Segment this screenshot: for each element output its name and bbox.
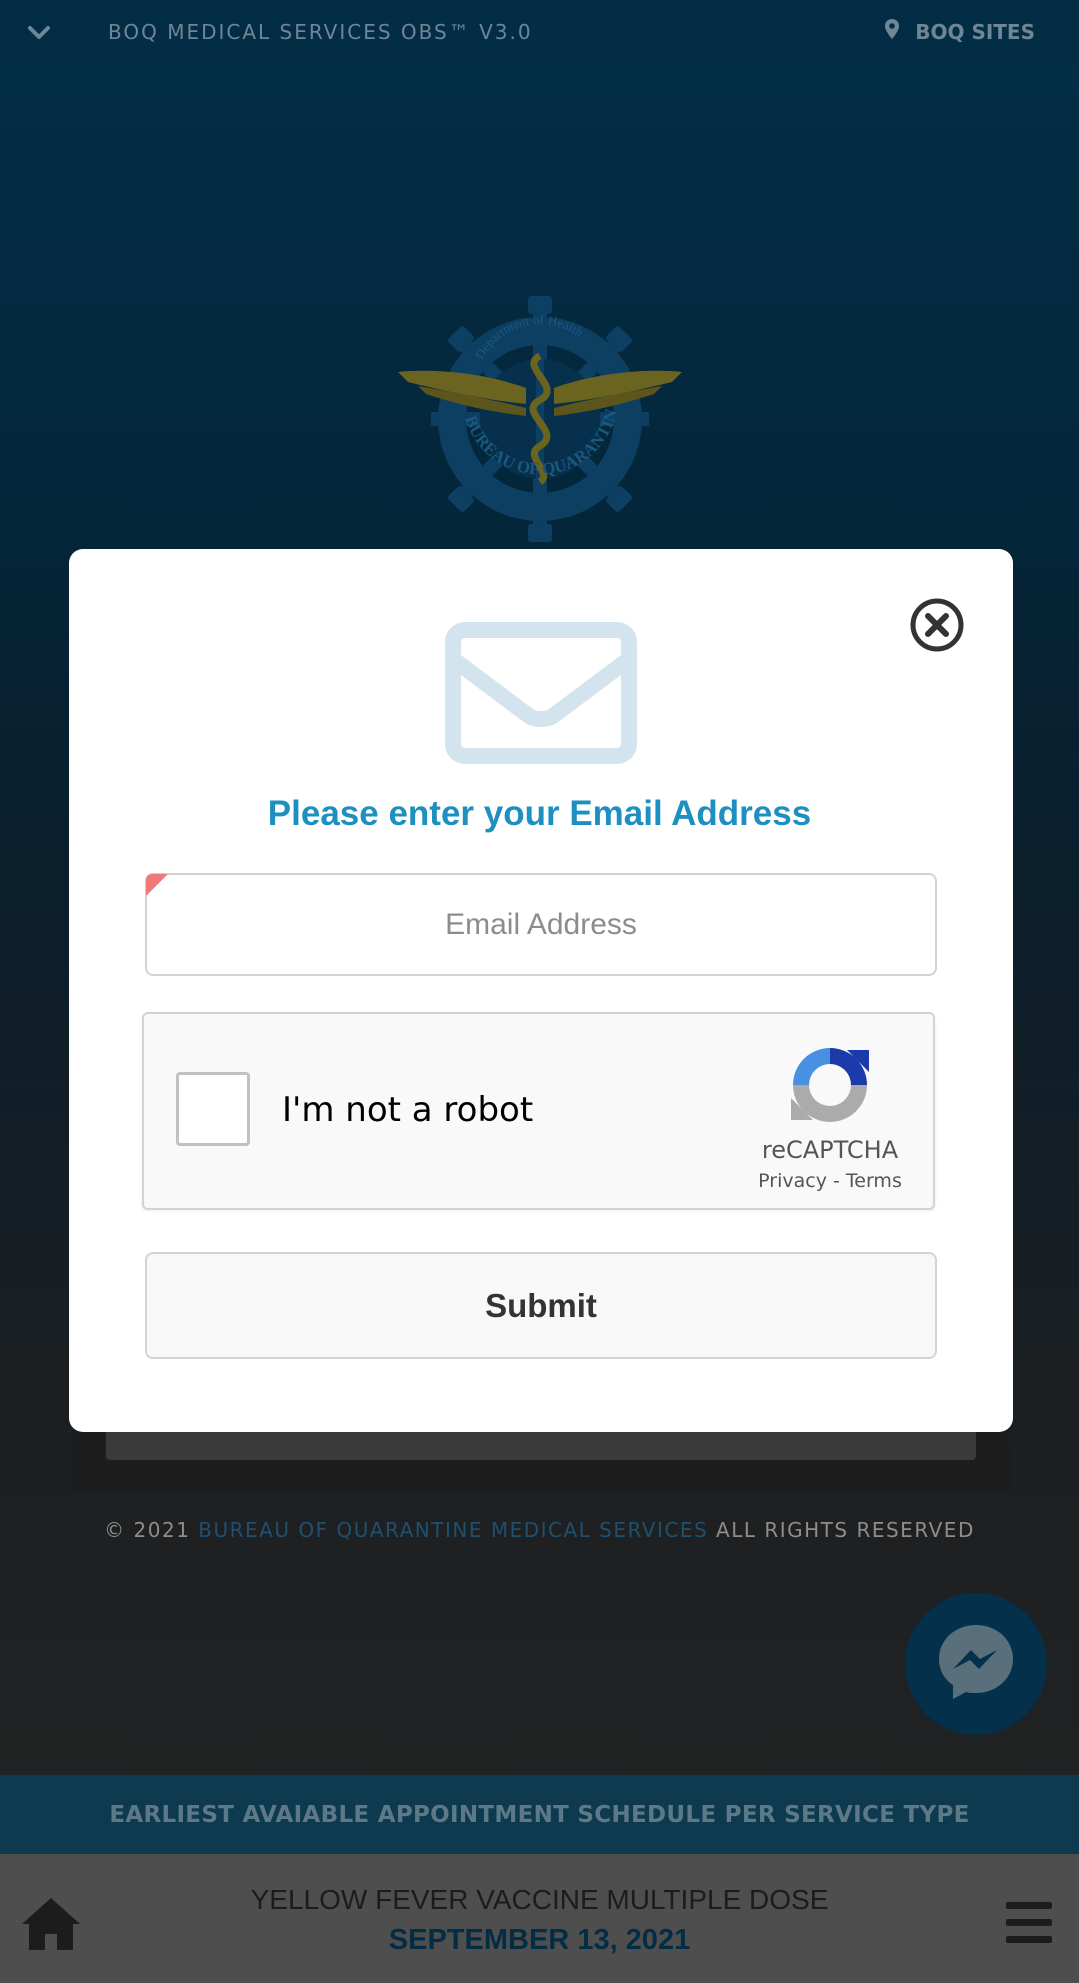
recaptcha-terms-link[interactable]: Terms (846, 1170, 902, 1192)
service-name: YELLOW FEVER VACCINE MULTIPLE DOSE (250, 1884, 829, 1915)
email-field[interactable] (145, 873, 937, 976)
top-bar: BOQ MEDICAL SERVICES OBS™ V3.0 BOQ SITES (0, 0, 1079, 66)
required-indicator (146, 874, 168, 896)
recaptcha-links: Privacy - Terms (730, 1170, 930, 1192)
copyright: © 2021 BUREAU OF QUARANTINE MEDICAL SERV… (0, 1518, 1079, 1542)
envelope-icon (445, 622, 637, 764)
earliest-appointment-banner: EARLIEST AVAIABLE APPOINTMENT SCHEDULE P… (0, 1775, 1079, 1854)
submit-button[interactable]: Submit (145, 1252, 937, 1359)
modal-title: Please enter your Email Address (267, 794, 812, 833)
recaptcha-privacy-link[interactable]: Privacy (758, 1170, 827, 1192)
map-pin-icon (885, 19, 900, 44)
service-date: SEPTEMBER 13, 2021 (388, 1924, 691, 1956)
copyright-prefix: © 2021 (104, 1518, 199, 1542)
recaptcha-label: I'm not a robot (282, 1090, 534, 1130)
boq-sites-link[interactable]: BOQ SITES (885, 19, 1035, 44)
bottom-bar: YELLOW FEVER VACCINE MULTIPLE DOSE SEPTE… (0, 1854, 1079, 1983)
recaptcha-checkbox[interactable] (176, 1072, 250, 1146)
menu-icon[interactable] (1006, 1902, 1052, 1944)
bureau-of-quarantine-logo: Department of Health BUREAU OF QUARANTIN… (392, 281, 682, 542)
recaptcha-separator: - (826, 1170, 846, 1192)
messenger-chat-button[interactable] (905, 1593, 1047, 1735)
chevron-down-icon[interactable] (24, 20, 54, 46)
recaptcha-icon (789, 1044, 871, 1126)
copyright-suffix: ALL RIGHTS RESERVED (708, 1518, 975, 1542)
messenger-icon (931, 1617, 1021, 1712)
boq-sites-label: BOQ SITES (915, 19, 1035, 44)
recaptcha-widget: I'm not a robot reCAPTCHA Privacy - Term… (142, 1012, 935, 1210)
app-title: BOQ MEDICAL SERVICES OBS™ V3.0 (108, 20, 533, 44)
recaptcha-brand: reCAPTCHA (761, 1136, 899, 1164)
org-link[interactable]: BUREAU OF QUARANTINE MEDICAL SERVICES (198, 1518, 708, 1542)
close-icon[interactable] (910, 598, 964, 652)
